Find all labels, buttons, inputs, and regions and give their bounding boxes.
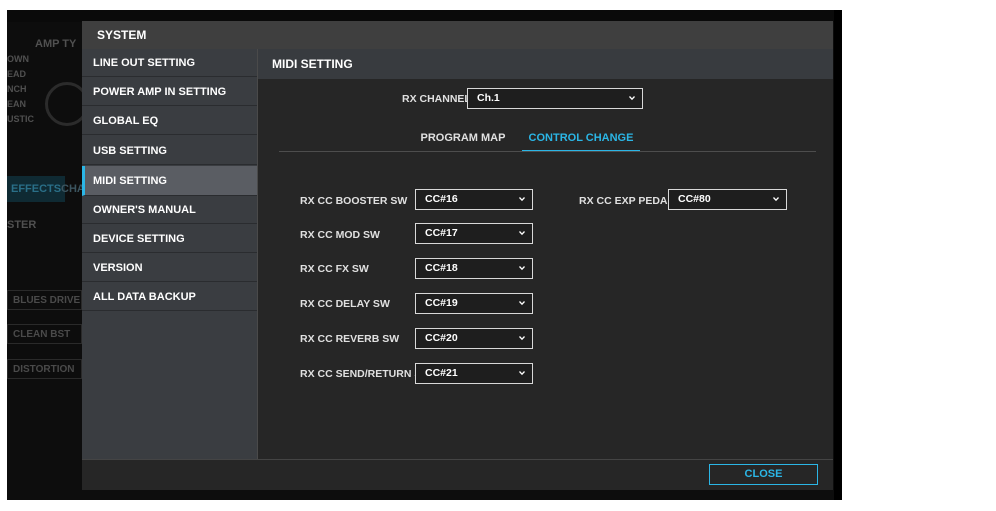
- bg-amp-item: EAD: [7, 69, 27, 79]
- rx-cc-fx-sw-value: CC#18: [425, 262, 458, 274]
- bg-amp-item: USTIC: [7, 114, 34, 124]
- chevron-down-icon: [519, 231, 525, 236]
- rx-cc-send-return-sw-select[interactable]: CC#21: [415, 363, 533, 384]
- bg-button: DISTORTION: [7, 359, 82, 379]
- bg-amp-type-label: AMP TY: [35, 38, 77, 50]
- dialog-title: SYSTEM: [97, 28, 147, 42]
- rx-cc-booster-sw-label: RX CC BOOSTER SW: [300, 195, 408, 207]
- bg-amp-item: NCH: [7, 84, 27, 94]
- sidebar-item-version[interactable]: VERSION: [82, 254, 257, 282]
- sidebar-divider: [257, 49, 258, 459]
- rx-channel-label: RX CHANNEL: [402, 93, 471, 105]
- sidebar-item-device-setting[interactable]: DEVICE SETTING: [82, 225, 257, 253]
- content-title: MIDI SETTING: [272, 57, 353, 71]
- rx-cc-delay-sw-label: RX CC DELAY SW: [300, 298, 390, 310]
- rx-cc-exp-pedal-label: RX CC EXP PEDAL: [579, 195, 674, 207]
- chevron-down-icon: [519, 301, 525, 306]
- rx-cc-fx-sw-select[interactable]: CC#18: [415, 258, 533, 279]
- close-button[interactable]: CLOSE: [709, 464, 818, 485]
- bg-button: BLUES DRIVE: [7, 290, 82, 310]
- bg-amp-item: OWN: [7, 54, 29, 64]
- rx-cc-booster-sw-select[interactable]: CC#16: [415, 189, 533, 210]
- rx-channel-select[interactable]: Ch.1: [467, 88, 643, 109]
- tab-underline: [279, 151, 816, 152]
- rx-cc-fx-sw-label: RX CC FX SW: [300, 263, 369, 275]
- sidebar-item-line-out-setting[interactable]: LINE OUT SETTING: [82, 49, 257, 77]
- sidebar-item-owners-manual[interactable]: OWNER'S MANUAL: [82, 196, 257, 224]
- rx-cc-reverb-sw-label: RX CC REVERB SW: [300, 333, 400, 345]
- chevron-down-icon: [519, 371, 525, 376]
- bg-amp-item: EAN: [7, 99, 27, 109]
- rx-cc-send-return-sw-label: RX CC SEND/RETURN SW: [300, 368, 432, 380]
- chevron-down-icon: [773, 197, 779, 202]
- rx-cc-reverb-sw-select[interactable]: CC#20: [415, 328, 533, 349]
- rx-cc-exp-pedal-select[interactable]: CC#80: [668, 189, 787, 210]
- chevron-down-icon: [519, 266, 525, 271]
- rx-cc-reverb-sw-value: CC#20: [425, 332, 458, 344]
- sidebar: LINE OUT SETTING POWER AMP IN SETTING GL…: [82, 49, 257, 459]
- dialog-footer-divider: [82, 459, 833, 460]
- rx-cc-send-return-sw-value: CC#21: [425, 367, 458, 379]
- sidebar-item-global-eq[interactable]: GLOBAL EQ: [82, 107, 257, 135]
- tab-program-map[interactable]: PROGRAM MAP: [404, 128, 522, 152]
- dialog-header: SYSTEM: [82, 21, 833, 49]
- sidebar-item-midi-setting[interactable]: MIDI SETTING: [82, 166, 257, 196]
- sidebar-item-all-data-backup[interactable]: ALL DATA BACKUP: [82, 283, 257, 311]
- tab-control-change[interactable]: CONTROL CHANGE: [522, 128, 640, 152]
- bg-right-strip: [834, 10, 842, 500]
- rx-channel-value: Ch.1: [477, 92, 500, 104]
- bg-button: CLEAN BST: [7, 324, 82, 344]
- rx-cc-mod-sw-select[interactable]: CC#17: [415, 223, 533, 244]
- rx-cc-booster-sw-value: CC#16: [425, 193, 458, 205]
- chevron-down-icon: [629, 96, 635, 101]
- system-dialog: SYSTEM LINE OUT SETTING POWER AMP IN SET…: [82, 21, 833, 490]
- sidebar-item-usb-setting[interactable]: USB SETTING: [82, 137, 257, 165]
- sidebar-item-power-amp-in-setting[interactable]: POWER AMP IN SETTING: [82, 78, 257, 106]
- chevron-down-icon: [519, 197, 525, 202]
- rx-cc-mod-sw-label: RX CC MOD SW: [300, 229, 380, 241]
- rx-cc-delay-sw-value: CC#19: [425, 297, 458, 309]
- bg-ster-label: STER: [7, 219, 37, 231]
- rx-cc-exp-pedal-value: CC#80: [678, 193, 711, 205]
- chevron-down-icon: [519, 336, 525, 341]
- content-header: MIDI SETTING: [258, 49, 833, 79]
- rx-cc-delay-sw-select[interactable]: CC#19: [415, 293, 533, 314]
- rx-cc-mod-sw-value: CC#17: [425, 227, 458, 239]
